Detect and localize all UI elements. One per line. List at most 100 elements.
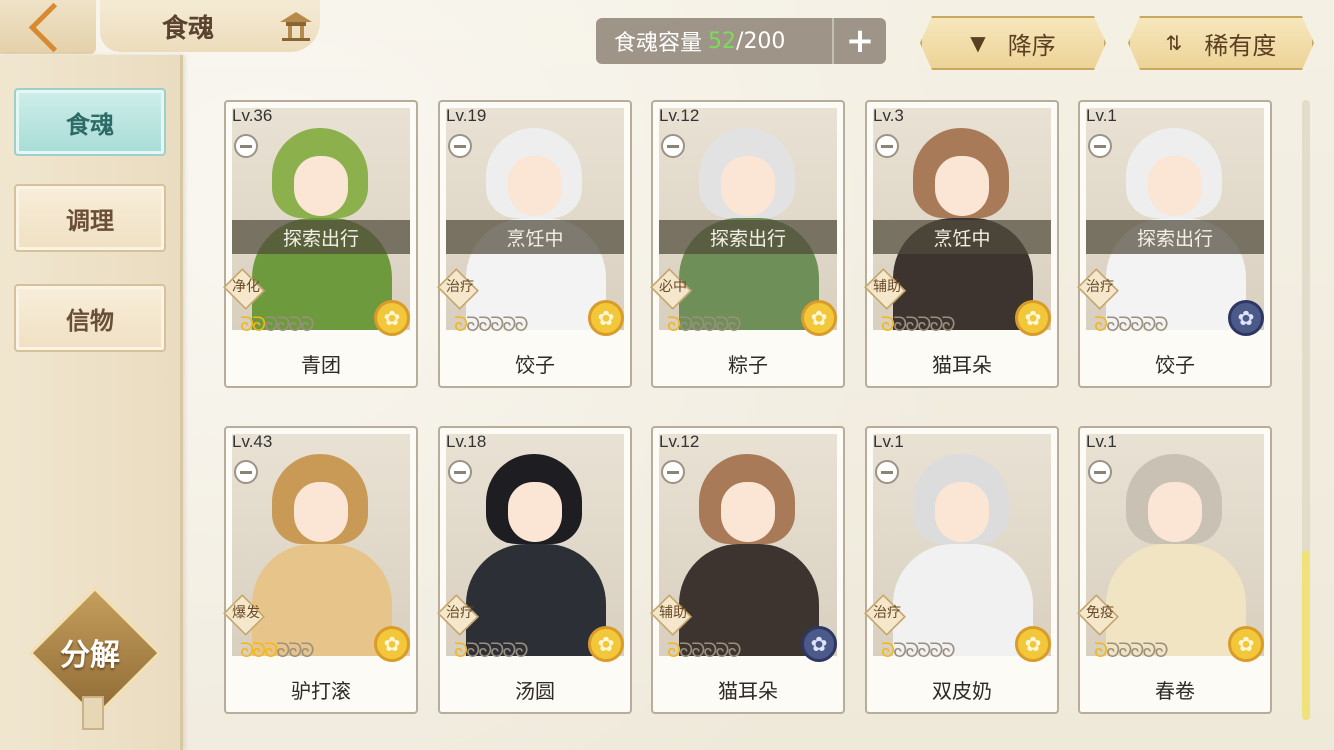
flame-icon: ᘐ <box>466 638 480 662</box>
tab-conditioning[interactable]: 调理 <box>14 184 166 252</box>
portrait-face <box>294 482 348 542</box>
food-soul-card[interactable]: Lv.43 爆发 ᘐᘐᘐᘐᘐᘐ ✿ 驴打滚 <box>223 426 418 714</box>
flame-icon: ᘐ <box>727 312 741 336</box>
star-flames: ᘐᘐᘐᘐᘐᘐ <box>240 312 315 336</box>
flame-icon: ᘐ <box>715 638 729 662</box>
bowl-icon <box>875 460 899 484</box>
flame-icon: ᘐ <box>905 312 919 336</box>
card-name: 青团 <box>301 352 341 377</box>
flame-icon: ᘐ <box>1094 312 1108 336</box>
food-soul-card[interactable]: Lv.12 探索出行 必中 ᘐᘐᘐᘐᘐᘐ ✿ 粽子 <box>650 100 845 388</box>
rarity-flower-icon: ✿ <box>1015 300 1051 336</box>
flame-icon: ᘐ <box>1118 638 1132 662</box>
sort-rarity-button[interactable]: ⇅ 稀有度 <box>1128 16 1314 70</box>
food-soul-card[interactable]: Lv.12 辅助 ᘐᘐᘐᘐᘐᘐ ✿ 猫耳朵 <box>650 426 845 714</box>
rarity-flower-icon: ✿ <box>588 626 624 662</box>
flame-icon: ᘐ <box>276 312 290 336</box>
portrait-face <box>935 156 989 216</box>
rarity-flower-icon: ✿ <box>1015 626 1051 662</box>
flame-icon: ᘐ <box>917 312 931 336</box>
portrait-face <box>294 156 348 216</box>
sort-rarity-label: 稀有度 <box>1204 31 1277 60</box>
flame-icon: ᘐ <box>1094 638 1108 662</box>
flame-icon: ᘐ <box>703 638 717 662</box>
add-capacity-button[interactable]: + <box>832 18 886 64</box>
flame-icon: ᘐ <box>252 638 266 662</box>
food-soul-card[interactable]: Lv.19 烹饪中 治疗 ᘐᘐᘐᘐᘐᘐ ✿ 饺子 <box>437 100 632 388</box>
flame-icon: ᘐ <box>276 638 290 662</box>
flame-icon: ᘐ <box>514 312 528 336</box>
flame-icon: ᘐ <box>300 312 314 336</box>
bowl-icon <box>875 134 899 158</box>
bowl-icon <box>234 460 258 484</box>
card-level: Lv.12 <box>659 432 700 451</box>
tab-tokens-label: 信物 <box>66 306 114 335</box>
triangle-down-icon: ▼ <box>970 31 986 55</box>
card-role: 治疗 <box>873 605 901 621</box>
food-soul-card[interactable]: Lv.1 探索出行 治疗 ᘐᘐᘐᘐᘐᘐ ✿ 饺子 <box>1077 100 1272 388</box>
flame-icon: ᘐ <box>941 312 955 336</box>
flame-icon: ᘐ <box>917 638 931 662</box>
food-soul-card[interactable]: Lv.18 治疗 ᘐᘐᘐᘐᘐᘐ ✿ 汤圆 <box>437 426 632 714</box>
card-name: 饺子 <box>515 352 555 377</box>
rarity-flower-icon: ✿ <box>801 626 837 662</box>
flame-icon: ᘐ <box>881 638 895 662</box>
card-level: Lv.12 <box>659 106 700 125</box>
star-flames: ᘐᘐᘐᘐᘐᘐ <box>881 312 956 336</box>
flame-icon: ᘐ <box>703 312 717 336</box>
card-role: 净化 <box>232 279 260 295</box>
flame-icon: ᘐ <box>454 312 468 336</box>
rarity-flower-icon: ✿ <box>588 300 624 336</box>
flame-icon: ᘐ <box>300 638 314 662</box>
capacity-label: 食魂容量 <box>614 31 703 56</box>
card-name: 猫耳朵 <box>718 678 778 703</box>
bowl-icon <box>234 134 258 158</box>
flame-icon: ᘐ <box>1130 638 1144 662</box>
card-name: 驴打滚 <box>291 678 351 703</box>
star-flames: ᘐᘐᘐᘐᘐᘐ <box>667 638 742 662</box>
flame-icon: ᘐ <box>454 638 468 662</box>
card-level: Lv.36 <box>232 106 273 125</box>
card-status: 探索出行 <box>1086 220 1264 254</box>
card-name: 双皮奶 <box>932 678 992 703</box>
decompose-button[interactable]: 分解 <box>20 586 162 730</box>
capacity-max: 200 <box>743 28 786 54</box>
flame-icon: ᘐ <box>264 638 278 662</box>
food-soul-card[interactable]: Lv.1 治疗 ᘐᘐᘐᘐᘐᘐ ✿ 双皮奶 <box>864 426 1059 714</box>
card-name: 粽子 <box>728 352 768 377</box>
card-role: 辅助 <box>659 605 687 621</box>
flame-icon: ᘐ <box>1118 312 1132 336</box>
star-flames: ᘐᘐᘐᘐᘐᘐ <box>1094 312 1169 336</box>
sort-order-button[interactable]: ▼ 降序 <box>920 16 1106 70</box>
flame-icon: ᘐ <box>1154 638 1168 662</box>
food-soul-card[interactable]: Lv.36 探索出行 净化 ᘐᘐᘐᘐᘐᘐ ✿ 青团 <box>223 100 418 388</box>
tab-tokens[interactable]: 信物 <box>14 284 166 352</box>
flame-icon: ᘐ <box>502 638 516 662</box>
capacity-display: 食魂容量 52/200 + <box>596 18 886 64</box>
card-name: 春卷 <box>1155 678 1195 703</box>
food-soul-card[interactable]: Lv.1 免疫 ᘐᘐᘐᘐᘐᘐ ✿ 春卷 <box>1077 426 1272 714</box>
pavilion-icon[interactable] <box>278 10 314 42</box>
flame-icon: ᘐ <box>288 638 302 662</box>
scrollbar-thumb[interactable] <box>1302 550 1310 720</box>
card-role: 免疫 <box>1086 605 1114 621</box>
flame-icon: ᘐ <box>727 638 741 662</box>
portrait-face <box>1148 156 1202 216</box>
card-level: Lv.19 <box>446 106 487 125</box>
star-flames: ᘐᘐᘐᘐᘐᘐ <box>454 638 529 662</box>
tab-food-souls[interactable]: 食魂 <box>14 88 166 156</box>
portrait-face <box>508 156 562 216</box>
flame-icon: ᘐ <box>490 312 504 336</box>
card-role: 辅助 <box>873 279 901 295</box>
flame-icon: ᘐ <box>478 638 492 662</box>
rarity-flower-icon: ✿ <box>1228 300 1264 336</box>
food-soul-card[interactable]: Lv.3 烹饪中 辅助 ᘐᘐᘐᘐᘐᘐ ✿ 猫耳朵 <box>864 100 1059 388</box>
flame-icon: ᘐ <box>941 638 955 662</box>
flame-icon: ᘐ <box>288 312 302 336</box>
bowl-icon <box>1088 134 1112 158</box>
card-level: Lv.43 <box>232 432 273 451</box>
flame-icon: ᘐ <box>252 312 266 336</box>
decompose-tassel <box>82 696 104 730</box>
back-button[interactable] <box>0 0 96 54</box>
flame-icon: ᘐ <box>881 312 895 336</box>
